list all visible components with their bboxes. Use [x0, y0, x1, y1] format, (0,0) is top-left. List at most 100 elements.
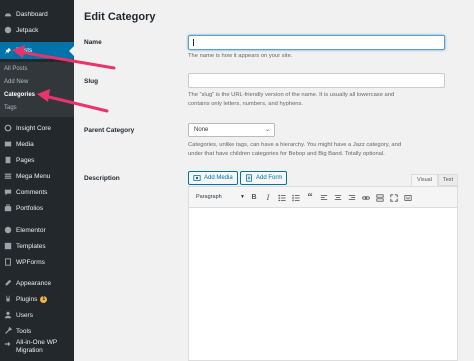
sidebar-item-portfolios[interactable]: Portfolios	[0, 200, 74, 216]
align-right-button[interactable]	[347, 192, 357, 203]
parent-help-line-1: Categories, unlike tags, can have a hier…	[188, 142, 402, 148]
add-media-button[interactable]: Add Media	[188, 171, 238, 185]
sidebar-item-insight-core[interactable]: Insight Core	[0, 120, 74, 136]
portfolios-icon	[4, 204, 12, 212]
editor-toolbar: Paragraph ▼ B I “	[189, 187, 457, 208]
slug-help-line-1: The “slug” is the URL-friendly version o…	[188, 92, 395, 98]
description-label: Description	[84, 175, 120, 182]
sidebar-item-label: Dashboard	[16, 10, 48, 18]
wpforms-icon	[4, 258, 12, 266]
name-help-text: The name is how it appears on your site.	[188, 53, 293, 59]
submenu-categories[interactable]: Categories	[4, 92, 35, 98]
sidebar-item-label-line2: Migration	[16, 347, 43, 354]
media-icon	[4, 140, 12, 148]
parent-category-value: None	[194, 127, 209, 133]
slug-input[interactable]	[188, 73, 445, 88]
submenu-all-posts[interactable]: All Posts	[4, 66, 27, 72]
parent-category-select[interactable]: None ⌄	[188, 123, 275, 137]
add-form-icon	[246, 174, 252, 182]
admin-sidebar: Dashboard Jetpack Posts All Posts Add Ne…	[0, 0, 74, 361]
sidebar-item-label: Jetpack	[16, 26, 39, 34]
bold-button[interactable]: B	[249, 192, 259, 203]
align-center-icon	[334, 194, 342, 200]
sidebar-item-elementor[interactable]: Elementor	[0, 222, 74, 238]
text-caret	[193, 39, 194, 46]
insight-core-icon	[4, 124, 12, 132]
sidebar-item-label: WPForms	[16, 258, 45, 266]
parent-help-line-2: under that have children categories for …	[188, 150, 385, 157]
jetpack-icon	[4, 26, 12, 34]
description-editor[interactable]: Paragraph ▼ B I “	[188, 186, 458, 361]
templates-icon	[4, 242, 12, 250]
active-menu-notch	[69, 46, 74, 56]
chevron-down-icon: ⌄	[264, 127, 270, 133]
align-left-button[interactable]	[319, 192, 329, 203]
sidebar-item-tools[interactable]: Tools	[0, 323, 74, 339]
format-select[interactable]: Paragraph ▼	[193, 192, 247, 203]
bulleted-list-button[interactable]	[277, 192, 287, 203]
sidebar-item-label: Insight Core	[16, 124, 52, 132]
sidebar-item-label: Appearance	[16, 279, 52, 287]
read-more-icon	[376, 193, 384, 202]
posts-submenu: All Posts Add New Categories Tags	[0, 62, 74, 117]
pin-icon	[4, 47, 12, 55]
sidebar-item-label: All-in-One WP	[16, 339, 58, 346]
keyboard-icon	[404, 194, 412, 201]
add-form-button[interactable]: Add Form	[240, 171, 288, 185]
sidebar-item-label: Portfolios	[16, 204, 44, 212]
link-icon	[362, 195, 370, 200]
toolbar-toggle-button[interactable]	[403, 192, 413, 203]
sidebar-item-dashboard[interactable]: Dashboard	[0, 6, 74, 22]
migration-icon	[4, 340, 12, 348]
align-center-button[interactable]	[333, 192, 343, 203]
elementor-icon	[4, 226, 12, 234]
parent-category-label: Parent Category	[84, 127, 135, 134]
sidebar-item-label: Users	[16, 311, 33, 319]
sidebar-item-label: Templates	[16, 242, 46, 250]
italic-button[interactable]: I	[263, 192, 273, 203]
sidebar-item-appearance[interactable]: Appearance	[0, 275, 74, 291]
align-right-icon	[348, 194, 356, 200]
sidebar-item-posts[interactable]: Posts	[0, 42, 74, 59]
sidebar-item-jetpack[interactable]: Jetpack	[0, 22, 74, 38]
sidebar-item-label-group: All-in-One WP Migration	[16, 339, 57, 355]
sidebar-item-label: Pages	[16, 156, 35, 164]
submenu-tags[interactable]: Tags	[4, 105, 17, 111]
sidebar-item-media[interactable]: Media	[0, 136, 74, 152]
blockquote-button[interactable]: “	[305, 192, 315, 203]
users-icon	[4, 311, 12, 319]
add-form-label: Add Form	[256, 175, 283, 181]
numbered-list-button[interactable]	[291, 192, 301, 203]
align-left-icon	[320, 194, 328, 200]
pages-icon	[4, 156, 12, 164]
sidebar-item-migration[interactable]: All-in-One WP Migration	[0, 339, 74, 361]
sidebar-item-templates[interactable]: Templates	[0, 238, 74, 254]
tools-icon	[4, 327, 12, 335]
name-input[interactable]	[188, 35, 445, 50]
fullscreen-button[interactable]	[389, 192, 399, 203]
add-media-icon	[193, 175, 201, 181]
comments-icon	[4, 188, 12, 196]
tab-text[interactable]: Text	[438, 174, 458, 186]
sidebar-item-mega-menu[interactable]: Mega Menu	[0, 168, 74, 184]
appearance-icon	[4, 279, 12, 287]
add-media-label: Add Media	[204, 175, 233, 181]
sidebar-item-label: Posts	[16, 47, 33, 54]
sidebar-item-label: Comments	[16, 188, 48, 196]
sidebar-item-label: Media	[16, 140, 34, 148]
tab-visual[interactable]: Visual	[411, 174, 438, 186]
dashboard-icon	[4, 10, 12, 18]
sidebar-item-label: Mega Menu	[16, 172, 51, 180]
insert-link-button[interactable]	[361, 192, 371, 203]
sidebar-item-plugins[interactable]: Plugins 1	[0, 291, 74, 307]
sidebar-item-pages[interactable]: Pages	[0, 152, 74, 168]
submenu-add-new[interactable]: Add New	[4, 79, 28, 85]
sidebar-item-label: Plugins	[16, 295, 38, 303]
quote-icon: “	[307, 192, 313, 203]
sidebar-item-comments[interactable]: Comments	[0, 184, 74, 200]
read-more-button[interactable]	[375, 192, 385, 203]
update-count-badge: 1	[40, 295, 48, 303]
sidebar-item-users[interactable]: Users	[0, 307, 74, 323]
slug-help-line-2: contains only letters, numbers, and hyph…	[188, 100, 304, 107]
sidebar-item-wpforms[interactable]: WPForms	[0, 254, 74, 270]
